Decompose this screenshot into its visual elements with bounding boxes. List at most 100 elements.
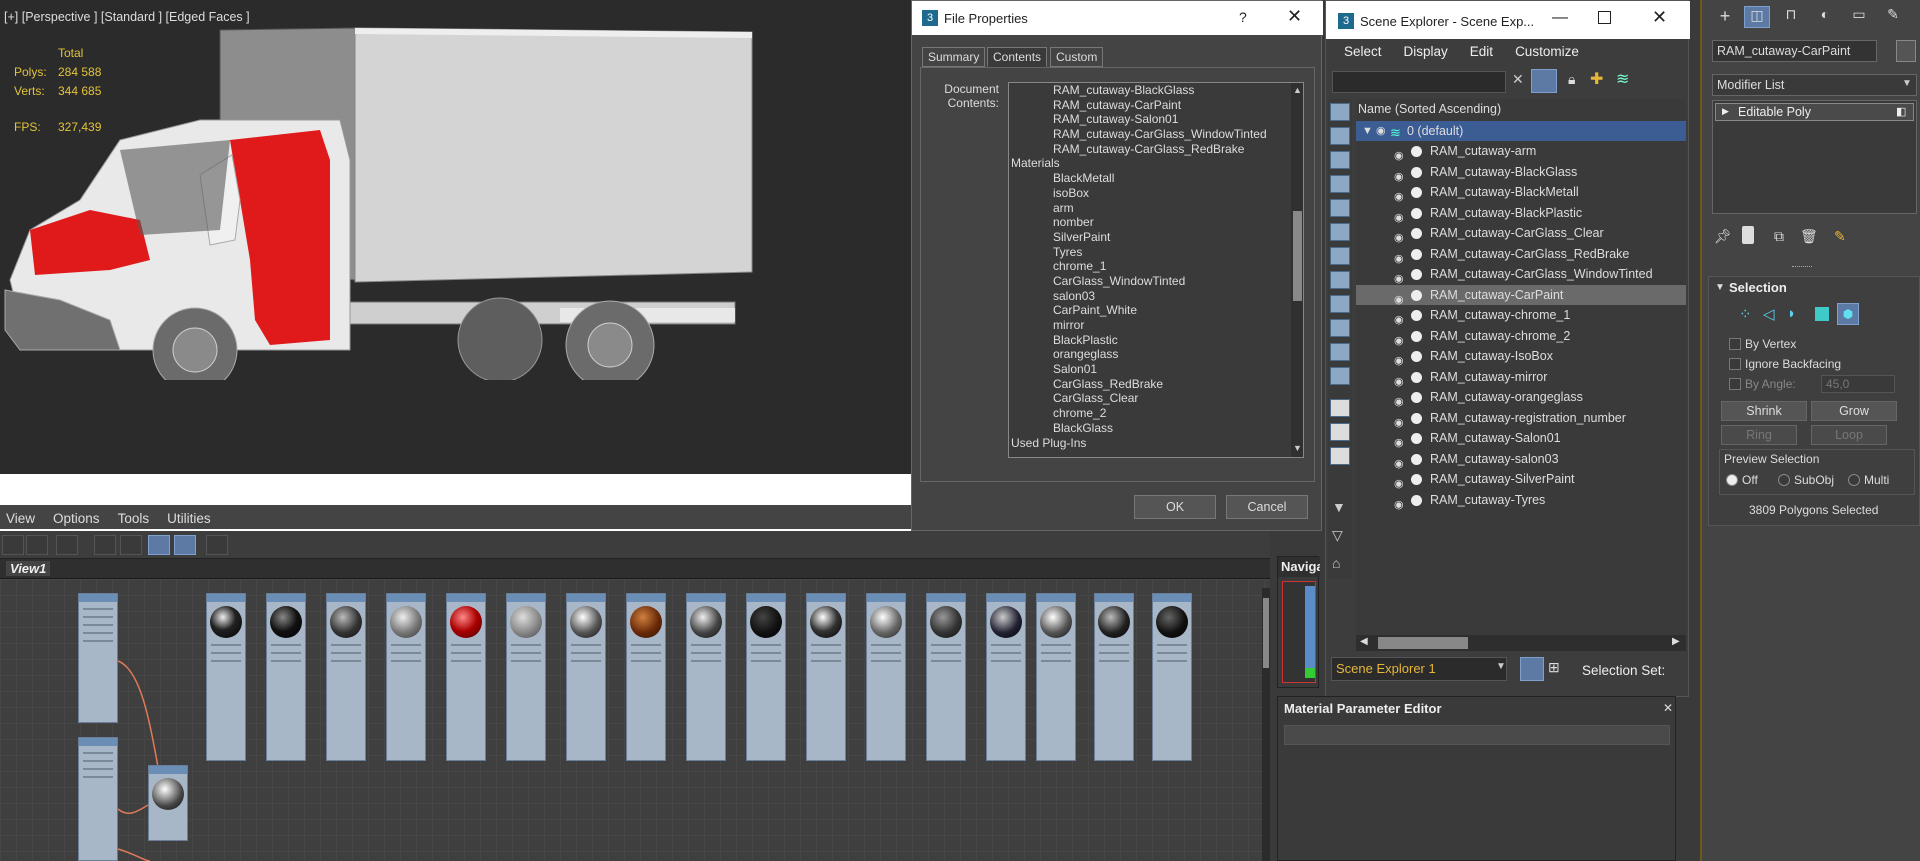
tab-view1[interactable]: View1 — [6, 561, 51, 576]
material-node[interactable] — [986, 593, 1026, 761]
shrink-button[interactable]: Shrink — [1721, 401, 1807, 421]
scene-object-row[interactable]: ◉ RAM_cutaway-BlackPlastic — [1356, 203, 1686, 224]
menu-select[interactable]: Select — [1344, 44, 1382, 62]
preview-off-radio[interactable] — [1726, 474, 1738, 486]
renderable-icon[interactable] — [1411, 433, 1422, 444]
material-node[interactable] — [326, 593, 366, 761]
lights-filter-icon[interactable] — [1330, 151, 1350, 169]
navigator-preview[interactable] — [1282, 581, 1316, 683]
element-mode-icon[interactable]: ⬢ — [1837, 303, 1859, 325]
lock-icon[interactable]: 🔒︎ — [1568, 71, 1575, 88]
display-influences-icon[interactable] — [1330, 423, 1350, 441]
renderable-icon[interactable] — [1411, 392, 1422, 403]
menu-view[interactable]: View — [6, 511, 35, 526]
renderable-icon[interactable] — [1411, 474, 1422, 485]
tab-contents[interactable]: Contents — [987, 47, 1048, 67]
layer-row[interactable]: ▼ ◉ ≋ 0 (default) — [1356, 121, 1686, 141]
filter-icon[interactable] — [1531, 69, 1557, 93]
node-canvas[interactable] — [0, 579, 1270, 861]
shapes-filter-icon[interactable] — [1330, 127, 1350, 145]
material-node[interactable] — [866, 593, 906, 761]
menu-utilities[interactable]: Utilities — [167, 511, 211, 526]
material-node[interactable] — [1094, 593, 1134, 761]
divider-grip[interactable] — [1792, 266, 1812, 269]
scroll-thumb[interactable] — [1378, 637, 1468, 649]
pick-material-icon[interactable] — [2, 535, 24, 555]
stack-item-editable-poly[interactable]: ▶ Editable Poly ◧ — [1715, 103, 1914, 121]
truck-model[interactable] — [0, 20, 760, 380]
utilities-tab-icon[interactable]: ✎ — [1880, 6, 1906, 28]
material-node[interactable] — [926, 593, 966, 761]
helpers-filter-icon[interactable] — [1330, 199, 1350, 217]
display-children-icon[interactable] — [1330, 399, 1350, 417]
configure-modifier-sets-icon[interactable]: ✎ — [1834, 228, 1846, 245]
expand-toggle-icon[interactable]: ▼ — [1362, 121, 1373, 141]
hierarchy-mode-icon[interactable]: ⊞ — [1548, 659, 1560, 676]
close-button[interactable]: ✕ — [1287, 6, 1302, 27]
checker-icon[interactable] — [26, 535, 48, 555]
mpe-parameter-bar[interactable] — [1284, 725, 1670, 745]
scene-object-row[interactable]: ◉ RAM_cutaway-orangeglass — [1356, 387, 1686, 408]
renderable-icon[interactable] — [1411, 453, 1422, 465]
scene-object-row[interactable]: ◉ RAM_cutaway-chrome_1 — [1356, 305, 1686, 326]
spacewarps-filter-icon[interactable] — [1330, 223, 1350, 241]
add-layer-icon[interactable]: ✚ — [1590, 69, 1603, 89]
geometry-filter-icon[interactable] — [1330, 103, 1350, 121]
material-node[interactable] — [206, 593, 246, 761]
renderable-icon[interactable] — [1411, 166, 1422, 178]
material-preview-node[interactable] — [148, 765, 188, 841]
grow-button[interactable]: Grow — [1811, 401, 1897, 421]
layout-children-icon[interactable] — [120, 535, 142, 555]
chevron-down-icon[interactable]: ▼ — [1496, 661, 1506, 672]
cancel-button[interactable]: Cancel — [1226, 495, 1308, 519]
layer-explorer-icon[interactable] — [1520, 657, 1544, 681]
object-color-swatch[interactable] — [1896, 40, 1916, 62]
material-node[interactable] — [1152, 593, 1192, 761]
bones-filter-icon[interactable] — [1330, 295, 1350, 313]
eye-icon[interactable]: ◉ — [1394, 495, 1404, 515]
hierarchy-tab-icon[interactable]: ⊓ — [1778, 6, 1804, 28]
scroll-down-icon[interactable]: ▼ — [1293, 443, 1302, 453]
name-column-header[interactable]: Name (Sorted Ascending) — [1356, 99, 1686, 121]
renderable-icon[interactable] — [1411, 207, 1422, 219]
make-unique-icon[interactable]: ⧉ — [1774, 228, 1784, 245]
create-tab-icon[interactable]: + — [1712, 6, 1738, 28]
nav-icon[interactable] — [174, 535, 196, 555]
material-node[interactable] — [506, 593, 546, 761]
by-angle-checkbox[interactable] — [1729, 378, 1741, 390]
explorer-selector[interactable]: Scene Explorer 1 — [1331, 657, 1507, 681]
by-angle-spinner[interactable]: 45,0 — [1821, 375, 1895, 393]
renderable-icon[interactable] — [1411, 310, 1422, 321]
renderable-icon[interactable] — [1411, 228, 1422, 239]
cameras-filter-icon[interactable] — [1330, 175, 1350, 193]
material-node[interactable] — [78, 593, 118, 723]
scene-object-row[interactable]: ◉ RAM_cutaway-CarGlass_RedBrake — [1356, 244, 1686, 265]
renderable-icon[interactable] — [1411, 351, 1422, 362]
toggle-params-icon[interactable] — [148, 535, 170, 555]
delete-modifier-icon[interactable]: 🗑︎ — [1800, 228, 1818, 245]
renderable-icon[interactable] — [1411, 146, 1422, 157]
display-dependents-icon[interactable] — [1330, 447, 1350, 465]
menu-edit[interactable]: Edit — [1470, 44, 1493, 62]
renderable-icon[interactable] — [1411, 371, 1422, 383]
chevron-down-icon[interactable]: ▼ — [1902, 78, 1912, 89]
material-node[interactable] — [746, 593, 786, 761]
scene-object-row[interactable]: ◉ RAM_cutaway-registration_number — [1356, 408, 1686, 429]
containers-filter-icon[interactable] — [1330, 319, 1350, 337]
renderable-icon[interactable] — [1411, 187, 1422, 198]
scroll-left-icon[interactable]: ◀ — [1360, 636, 1368, 647]
contents-scrollbar[interactable]: ▲ ▼ — [1291, 83, 1303, 457]
help-button[interactable]: ? — [1239, 9, 1247, 25]
menu-options[interactable]: Options — [53, 511, 100, 526]
clear-search-icon[interactable]: ✕ — [1512, 71, 1524, 88]
renderable-icon[interactable] — [1411, 330, 1422, 342]
modify-tab-icon[interactable]: ◫ — [1744, 6, 1770, 28]
maximize-button[interactable] — [1598, 11, 1611, 24]
polygon-mode-icon[interactable] — [1815, 307, 1829, 321]
scene-tree[interactable]: Name (Sorted Ascending) ▼ ◉ ≋ 0 (default… — [1356, 99, 1686, 635]
hierarchy-icon[interactable]: ⌂ — [1332, 555, 1340, 571]
close-button[interactable]: ✕ — [1652, 7, 1667, 28]
material-node[interactable] — [78, 737, 118, 861]
scene-object-row[interactable]: ◉ RAM_cutaway-Salon01 — [1356, 428, 1686, 449]
selection-rollout-title[interactable]: Selection — [1729, 280, 1787, 295]
